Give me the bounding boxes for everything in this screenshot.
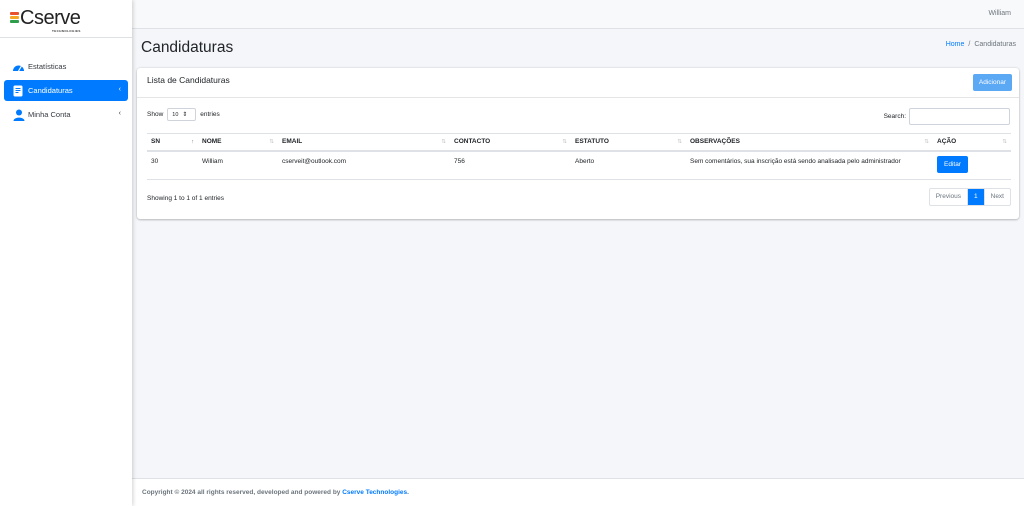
footer-copyright-text: Copyright © 2024 all rights reserved, de… <box>142 489 341 496</box>
gauge-icon <box>12 61 25 73</box>
user-icon <box>12 109 25 121</box>
column-header-acao[interactable]: AÇÃO ⇅ <box>933 133 1011 152</box>
card-header: Lista de Candidaturas Adicionar <box>137 68 1019 98</box>
column-header-contacto[interactable]: CONTACTO ⇅ <box>450 133 571 152</box>
cell-contacto: 756 <box>450 150 571 180</box>
footer-copyright: Copyright © 2024 all rights reserved, de… <box>142 489 409 496</box>
search-label: Search: <box>883 113 906 120</box>
sidebar-item-candidaturas[interactable]: Candidaturas ‹ <box>4 80 128 101</box>
table-info: Showing 1 to 1 of 1 entries <box>147 195 224 202</box>
brand-tagline: TECHNOLOGIES <box>52 29 81 33</box>
sort-icon: ⇅ <box>441 139 446 145</box>
entries-select[interactable]: 10 ⇕ <box>167 108 197 121</box>
page-title: Candidaturas <box>141 39 234 56</box>
column-header-estatuto[interactable]: ESTATUTO ⇅ <box>571 133 686 152</box>
cell-nome: William <box>198 150 278 180</box>
pagination: Previous 1 Next <box>928 188 1011 206</box>
pagination-page-1[interactable]: 1 <box>968 189 984 205</box>
sort-icon: ⇅ <box>562 139 567 145</box>
breadcrumb-separator: / <box>968 41 971 48</box>
breadcrumb-current: Candidaturas <box>974 41 1016 48</box>
pagination-next[interactable]: Next <box>983 189 1010 205</box>
sidebar-item-label: Candidaturas <box>28 86 73 95</box>
footer-period: . <box>407 489 409 496</box>
sort-icon: ⇅ <box>1002 139 1007 145</box>
user-menu[interactable]: William <box>988 10 1011 17</box>
select-arrows-icon: ⇕ <box>182 112 188 118</box>
add-button[interactable]: Adicionar <box>972 74 1012 91</box>
table-search: Search: <box>884 108 1010 125</box>
breadcrumb-home-link[interactable]: Home <box>946 41 965 48</box>
breadcrumb: Home / Candidaturas <box>946 41 1016 48</box>
footer: Copyright © 2024 all rights reserved, de… <box>132 478 1024 506</box>
length-suffix: entries <box>200 111 220 118</box>
column-header-email[interactable]: EMAIL ⇅ <box>278 133 450 152</box>
top-navbar: William <box>132 0 1024 29</box>
chevron-left-icon: ‹ <box>118 110 121 117</box>
sort-icon: ⇅ <box>269 139 274 145</box>
pagination-previous[interactable]: Previous <box>930 189 968 205</box>
footer-company-link[interactable]: Cserve Technologies <box>342 489 407 496</box>
sidebar-item-label: Minha Conta <box>28 110 71 119</box>
chevron-left-icon: ‹ <box>118 86 121 93</box>
table-row: 30 William cserveit@outlook.com 756 Aber… <box>147 150 1011 180</box>
cell-observacoes: Sem comentários, sua inscrição está send… <box>686 150 933 180</box>
length-prefix: Show <box>147 111 164 118</box>
column-header-sn[interactable]: SN ↑ <box>147 133 198 152</box>
sort-icon: ⇅ <box>677 139 682 145</box>
cell-sn: 30 <box>147 150 198 180</box>
document-icon <box>12 85 25 97</box>
sort-asc-icon: ↑ <box>191 139 194 145</box>
cell-estatuto: Aberto <box>571 150 686 180</box>
search-input[interactable] <box>909 108 1010 125</box>
applications-table: SN ↑ NOME ⇅ EMAIL ⇅ CONTACTO ⇅ ESTATUTO ⇅ OBS… <box>147 133 1011 180</box>
sidebar: Cserve TECHNOLOGIES Estatísticas Candida… <box>0 0 132 506</box>
brand-logo[interactable]: Cserve TECHNOLOGIES <box>10 7 90 33</box>
sidebar-item-label: Estatísticas <box>28 62 67 71</box>
column-header-observacoes[interactable]: OBSERVAÇÕES ⇅ <box>686 133 933 152</box>
sidebar-item-estatisticas[interactable]: Estatísticas <box>4 56 128 77</box>
entries-length-control: Show 10 ⇕ entries <box>147 108 220 121</box>
sidebar-item-minha-conta[interactable]: Minha Conta ‹ <box>4 104 128 125</box>
entries-select-value: 10 <box>172 111 179 118</box>
card-title: Lista de Candidaturas <box>147 75 230 85</box>
sort-icon: ⇅ <box>924 139 929 145</box>
sidebar-nav: Estatísticas Candidaturas ‹ Minha Conta … <box>0 38 132 125</box>
edit-button[interactable]: Editar <box>937 155 968 173</box>
column-header-nome[interactable]: NOME ⇅ <box>198 133 278 152</box>
applications-card: Lista de Candidaturas Adicionar Show 10 … <box>137 68 1019 219</box>
cell-email: cserveit@outlook.com <box>278 150 450 180</box>
brand-name: Cserve <box>20 7 81 29</box>
cell-acao: Editar <box>933 150 1011 180</box>
brand: Cserve TECHNOLOGIES <box>0 0 132 38</box>
logo-bars-icon <box>10 12 19 24</box>
table-header-row: SN ↑ NOME ⇅ EMAIL ⇅ CONTACTO ⇅ ESTATUTO ⇅ OBS… <box>147 133 1011 152</box>
